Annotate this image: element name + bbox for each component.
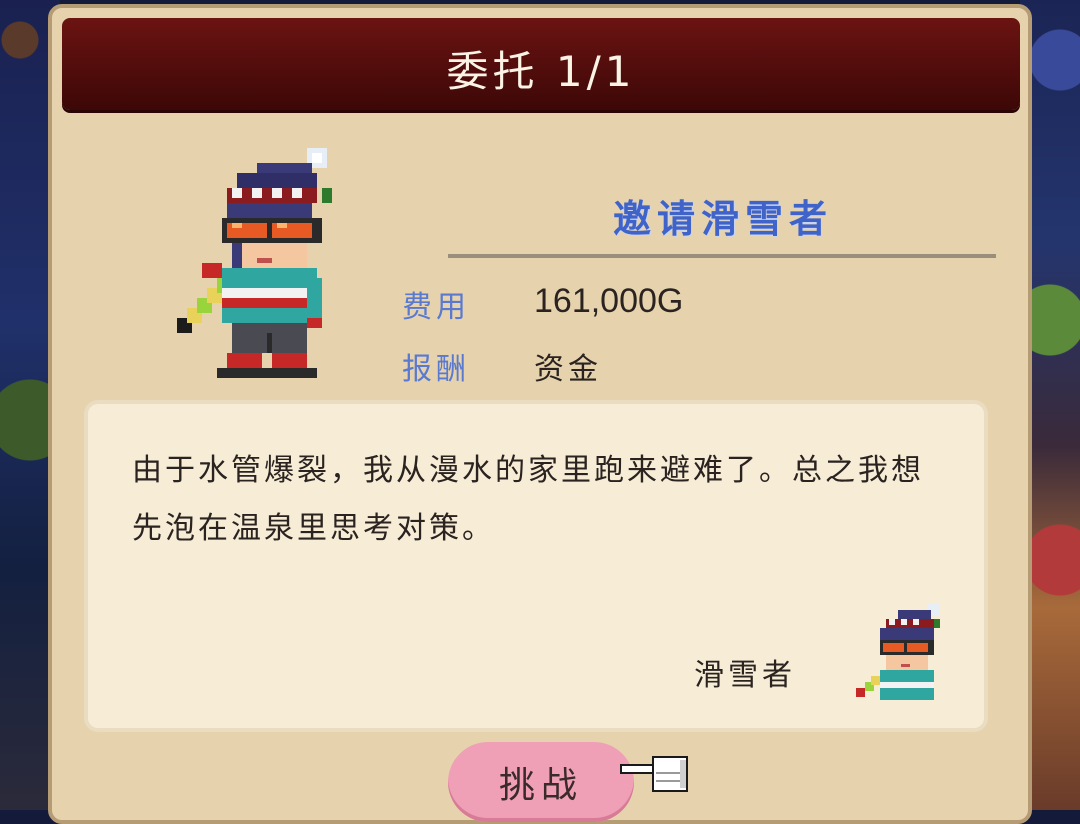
challenge-button[interactable]: 挑战 [448,742,634,822]
quest-name: 邀请滑雪者 [612,196,833,241]
hand-pointer-icon [620,756,688,792]
dialog-title: 委托 1/1 [446,47,636,96]
letter-body: 由于水管爆裂，我从漫水的家里跑来避难了。总之我想先泡在温泉里思考对策。 [132,453,924,546]
challenge-button-label: 挑战 [498,765,583,806]
letter-signature: 滑雪者 [694,658,796,693]
cost-value: 161,000G [534,282,684,320]
divider [448,254,996,258]
cost-label: 费用 [402,290,470,325]
reward-value: 资金 [534,352,602,387]
reward-label: 报酬 [402,352,470,387]
title-bar: 委托 1/1 [62,18,1020,110]
skier-character-icon [177,148,332,378]
skier-avatar-icon [856,604,940,700]
request-letter: 由于水管爆裂，我从漫水的家里跑来避难了。总之我想先泡在温泉里思考对策。 滑雪者 [84,400,988,732]
